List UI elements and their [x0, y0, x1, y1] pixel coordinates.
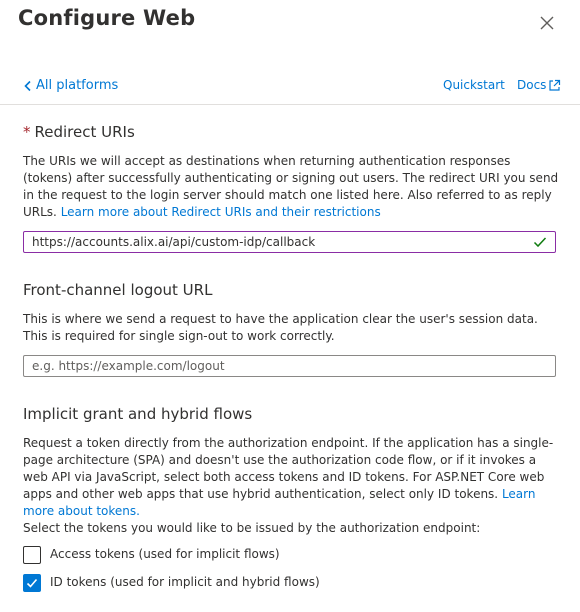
required-indicator: *: [23, 123, 31, 141]
external-link-icon: [549, 79, 561, 91]
id-tokens-checkbox[interactable]: [23, 574, 41, 592]
close-icon[interactable]: [536, 12, 558, 34]
redirect-uris-description: The URIs we will accept as destinations …: [23, 153, 563, 221]
token-select-prompt: Select the tokens you would like to be i…: [23, 521, 481, 535]
redirect-uris-heading: * Redirect URIs: [23, 123, 135, 141]
header-divider: [0, 104, 580, 105]
panel-title: Configure Web: [18, 6, 196, 30]
redirect-uri-value: https://accounts.alix.ai/api/custom-idp/…: [32, 235, 316, 249]
redirect-uris-heading-text: Redirect URIs: [34, 123, 135, 141]
checkbox-check-icon: [26, 578, 38, 588]
logout-url-description: This is where we send a request to have …: [23, 312, 538, 343]
logout-url-input[interactable]: e.g. https://example.com/logout: [23, 355, 556, 377]
access-tokens-label: Access tokens (used for implicit flows): [50, 547, 280, 561]
quickstart-link[interactable]: Quickstart: [443, 78, 505, 92]
redirect-uri-input[interactable]: https://accounts.alix.ai/api/custom-idp/…: [23, 231, 556, 253]
all-platforms-link[interactable]: All platforms: [23, 78, 118, 93]
docs-label: Docs: [517, 78, 547, 92]
all-platforms-label: All platforms: [36, 78, 119, 93]
logout-url-heading: Front-channel logout URL: [23, 281, 213, 299]
id-tokens-label: ID tokens (used for implicit and hybrid …: [50, 575, 320, 589]
implicit-grant-description: Request a token directly from the author…: [23, 435, 563, 520]
access-tokens-checkbox[interactable]: [23, 546, 41, 564]
implicit-grant-heading: Implicit grant and hybrid flows: [23, 405, 253, 423]
redirect-uris-learn-more-link[interactable]: Learn more about Redirect URIs and their…: [61, 205, 381, 219]
logout-url-placeholder: e.g. https://example.com/logout: [32, 359, 225, 373]
docs-link[interactable]: Docs: [517, 78, 561, 92]
chevron-left-icon: [24, 80, 31, 91]
checkmark-icon: [533, 237, 547, 248]
implicit-grant-description-text: Request a token directly from the author…: [23, 436, 554, 501]
